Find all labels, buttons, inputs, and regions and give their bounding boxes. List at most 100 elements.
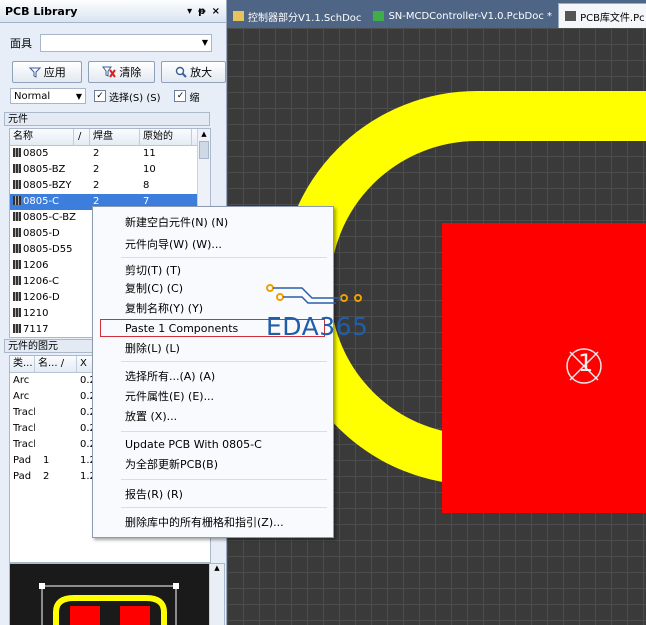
preview-scrollbar[interactable]: ▲ xyxy=(209,564,224,625)
menu-item[interactable]: 选择所有...(A) (A) xyxy=(125,369,215,385)
document-tab[interactable]: 控制器部分V1.1.SchDoc xyxy=(227,4,367,28)
menu-item[interactable]: 复制名称(Y) (Y) xyxy=(125,301,203,317)
menu-item[interactable]: 删除库中的所有栅格和指引(Z)... xyxy=(125,515,284,531)
component-icon xyxy=(13,260,21,269)
mode-value: Normal xyxy=(14,90,51,102)
component-pads: 2 xyxy=(93,180,100,191)
component-icon xyxy=(13,164,21,173)
menu-item[interactable]: 剪切(T) (T) xyxy=(125,263,181,279)
component-primitives: 10 xyxy=(143,164,156,175)
component-primitives: 8 xyxy=(143,180,150,191)
zoom-button[interactable]: 放大 xyxy=(161,61,226,83)
component-icon xyxy=(13,196,21,205)
component-icon xyxy=(13,308,21,317)
menu-item[interactable]: 新建空白元件(N) (N) xyxy=(125,215,228,231)
menu-item[interactable]: 报告(R) (R) xyxy=(125,487,183,503)
filter-icon xyxy=(28,67,41,78)
component-primitives: 11 xyxy=(143,148,156,159)
primitive-type: Track xyxy=(13,439,35,450)
component-name: 1206-C xyxy=(10,274,90,290)
component-icon xyxy=(13,180,21,189)
component-row[interactable]: 0805 2 11 xyxy=(10,146,210,162)
primitive-name xyxy=(35,405,77,421)
menu-item[interactable]: 元件属性(E) (E)... xyxy=(125,389,214,405)
scroll-up-icon[interactable]: ▲ xyxy=(210,564,224,572)
component-icon xyxy=(13,212,21,221)
document-tabs: 控制器部分V1.1.SchDoc SN-MCDController-V1.0.Pc… xyxy=(227,0,646,28)
col-prim-name[interactable]: 名... / xyxy=(35,356,77,372)
primitive-name xyxy=(35,437,77,453)
component-icon xyxy=(13,228,21,237)
col-name[interactable]: 名称 xyxy=(10,129,74,145)
components-grid-header: 名称 / 焊盘 原始的 xyxy=(10,129,210,146)
clear-button[interactable]: 清除 xyxy=(88,61,156,83)
apply-label: 应用 xyxy=(43,66,66,79)
select-option[interactable]: ✓ 选择(S) (S) xyxy=(94,89,160,104)
primitive-type: Arc xyxy=(13,375,30,386)
component-icon xyxy=(13,292,21,301)
component-name: 7117 xyxy=(10,322,90,337)
menu-item[interactable]: 元件向导(W) (W)... xyxy=(125,237,222,253)
dropdown-arrow-icon[interactable]: ▼ xyxy=(76,92,82,101)
primitive-name xyxy=(35,389,77,405)
menu-item[interactable]: Paste 1 Components xyxy=(125,321,238,337)
mask-combobox[interactable]: ▼ xyxy=(40,34,212,52)
clear-filter-icon xyxy=(102,66,117,78)
options-row: Normal ▼ ✓ 选择(S) (S) ✓ 缩 xyxy=(0,86,226,106)
component-row[interactable]: 0805-BZY 2 8 xyxy=(10,178,210,194)
select-checkbox[interactable]: ✓ xyxy=(94,90,106,102)
component-name: 1206-D xyxy=(10,290,90,306)
zoom-checkbox[interactable]: ✓ xyxy=(174,90,187,102)
document-icon xyxy=(233,11,244,21)
panel-menu-icon[interactable]: ▾ xyxy=(187,6,192,17)
scroll-thumb[interactable] xyxy=(199,141,209,159)
menu-separator xyxy=(121,257,327,258)
apply-button[interactable]: 应用 xyxy=(12,61,83,83)
menu-item[interactable]: 放置 (X)... xyxy=(125,409,177,425)
primitive-type: Track xyxy=(13,407,35,418)
component-name: 0805 xyxy=(10,146,90,162)
menu-separator xyxy=(121,507,327,508)
menu-separator xyxy=(121,431,327,432)
footprint-preview[interactable]: ▲ xyxy=(9,563,225,625)
watermark-text: EDA365 xyxy=(266,312,369,341)
component-icon xyxy=(13,148,21,157)
component-row[interactable]: 0805-BZ 2 10 xyxy=(10,162,210,178)
dropdown-arrow-icon[interactable]: ▼ xyxy=(202,38,208,47)
button-row: 应用 清除 放大 xyxy=(0,60,226,84)
component-name: 0805-BZY xyxy=(10,178,90,194)
menu-separator xyxy=(121,479,327,480)
components-header: 元件 xyxy=(4,112,210,126)
clear-label: 清除 xyxy=(119,66,142,79)
col-primitives[interactable]: 原始的 xyxy=(140,129,192,145)
menu-item[interactable]: 删除(L) (L) xyxy=(125,341,180,357)
menu-item[interactable]: 复制(C) (C) xyxy=(125,281,183,297)
mode-select[interactable]: Normal ▼ xyxy=(10,88,86,104)
document-tab[interactable]: SN-MCDController-V1.0.PcbDoc * xyxy=(367,4,558,28)
document-icon xyxy=(373,11,385,21)
zoom-option[interactable]: ✓ 缩 xyxy=(174,89,199,104)
primitive-type: Pad xyxy=(13,471,32,482)
zoom-label: 放大 xyxy=(190,66,213,79)
menu-item[interactable]: Update PCB With 0805-C xyxy=(125,437,262,453)
col-type[interactable]: 类... xyxy=(10,356,35,372)
component-pads: 2 xyxy=(93,148,100,159)
primitive-name: 1 xyxy=(43,455,50,466)
col-sort-icon[interactable]: / xyxy=(74,129,90,145)
component-icon xyxy=(13,244,21,253)
component-name: 0805-C-BZ xyxy=(10,210,90,226)
primitive-name xyxy=(35,421,77,437)
document-tab[interactable]: PCB库文件.Pc xyxy=(558,3,646,28)
pad-1[interactable]: 1 xyxy=(442,223,646,513)
pin-icon[interactable]: ᵽ xyxy=(198,6,205,17)
close-icon[interactable]: × xyxy=(212,6,220,17)
component-name: 1206 xyxy=(10,258,90,274)
col-pads[interactable]: 焊盘 xyxy=(90,129,140,145)
scroll-up-icon[interactable]: ▲ xyxy=(198,129,210,139)
component-name: 0805-C xyxy=(10,194,90,210)
menu-item[interactable]: 为全部更新PCB(B) xyxy=(125,457,218,473)
component-name: 0805-BZ xyxy=(10,162,90,178)
context-menu: 新建空白元件(N) (N) 元件向导(W) (W)... 剪切(T) (T) 复制(C… xyxy=(92,206,334,538)
component-name: 0805-D55 xyxy=(10,242,90,258)
component-icon xyxy=(13,324,21,333)
